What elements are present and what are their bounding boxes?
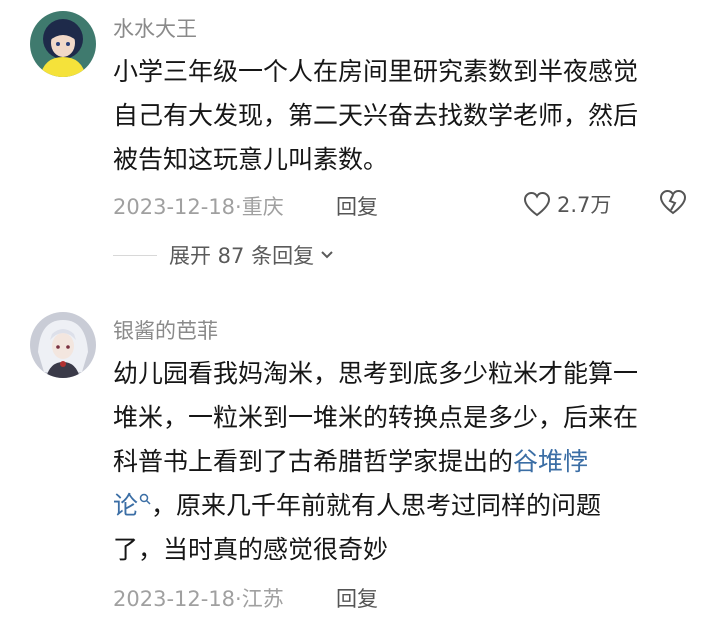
meta-separator: · [235,587,242,611]
comment-text-line: 被告知这玩意儿叫素数。 [113,145,389,174]
chevron-down-icon [321,251,333,259]
wiki-link[interactable]: 论 [113,491,138,520]
comment-text-line: 幼儿园看我妈淘米，思考到底多少粒米才能算一 [113,359,639,388]
like-count: 2.7万 [557,193,612,217]
search-icon[interactable] [139,493,151,505]
username[interactable]: 银酱的芭菲 [113,315,218,345]
broken-heart-icon [659,189,687,215]
comment-location: 江苏 [241,587,284,611]
expand-replies[interactable]: 展开 87 条回复 [113,240,334,270]
comment-text-line: 论 ，原来几千年前就有人思考过同样的问题 [113,484,703,528]
comment-location: 重庆 [241,195,284,219]
comment-meta: 2023-12-18·重庆 [113,191,284,221]
like-button[interactable]: 2.7万 [523,189,611,219]
comment-text-line: 堆米，一粒米到一堆米的转换点是多少，后来在 [113,403,639,432]
meta-separator: · [235,195,242,219]
avatar-image-2 [30,312,96,378]
comment-meta: 2023-12-18·江苏 [113,583,284,613]
reply-button[interactable]: 回复 [336,191,378,221]
avatar-image-1 [30,11,96,77]
comment-text-line: 自己有大发现，第二天兴奋去找数学老师，然后 [113,101,639,130]
comment-text-line: 了，当时真的感觉很奇妙 [113,535,389,564]
comment-text: 小学三年级一个人在房间里研究素数到半夜感觉 自己有大发现，第二天兴奋去找数学老师… [113,50,703,182]
avatar[interactable] [30,312,96,378]
comment-text-segment: 科普书上看到了古希腊哲学家提出的 [113,447,514,476]
wiki-link[interactable]: 谷堆悖 [513,447,588,476]
dislike-button[interactable] [658,189,688,219]
comment-text-segment: ，原来几千年前就有人思考过同样的问题 [151,491,602,520]
comment-date: 2023-12-18 [113,587,236,611]
username[interactable]: 水水大王 [113,13,197,43]
avatar[interactable] [30,11,96,77]
heart-outline-icon [523,191,551,217]
expand-replies-label[interactable]: 展开 87 条回复 [169,240,314,270]
divider [113,254,157,256]
comment-date: 2023-12-18 [113,195,236,219]
reply-button[interactable]: 回复 [336,583,378,613]
comment-text-line: 科普书上看到了古希腊哲学家提出的谷堆悖 [113,440,703,484]
comment-text: 幼儿园看我妈淘米，思考到底多少粒米才能算一 堆米，一粒米到一堆米的转换点是多少，… [113,352,703,572]
comment-text-line: 小学三年级一个人在房间里研究素数到半夜感觉 [113,57,639,86]
